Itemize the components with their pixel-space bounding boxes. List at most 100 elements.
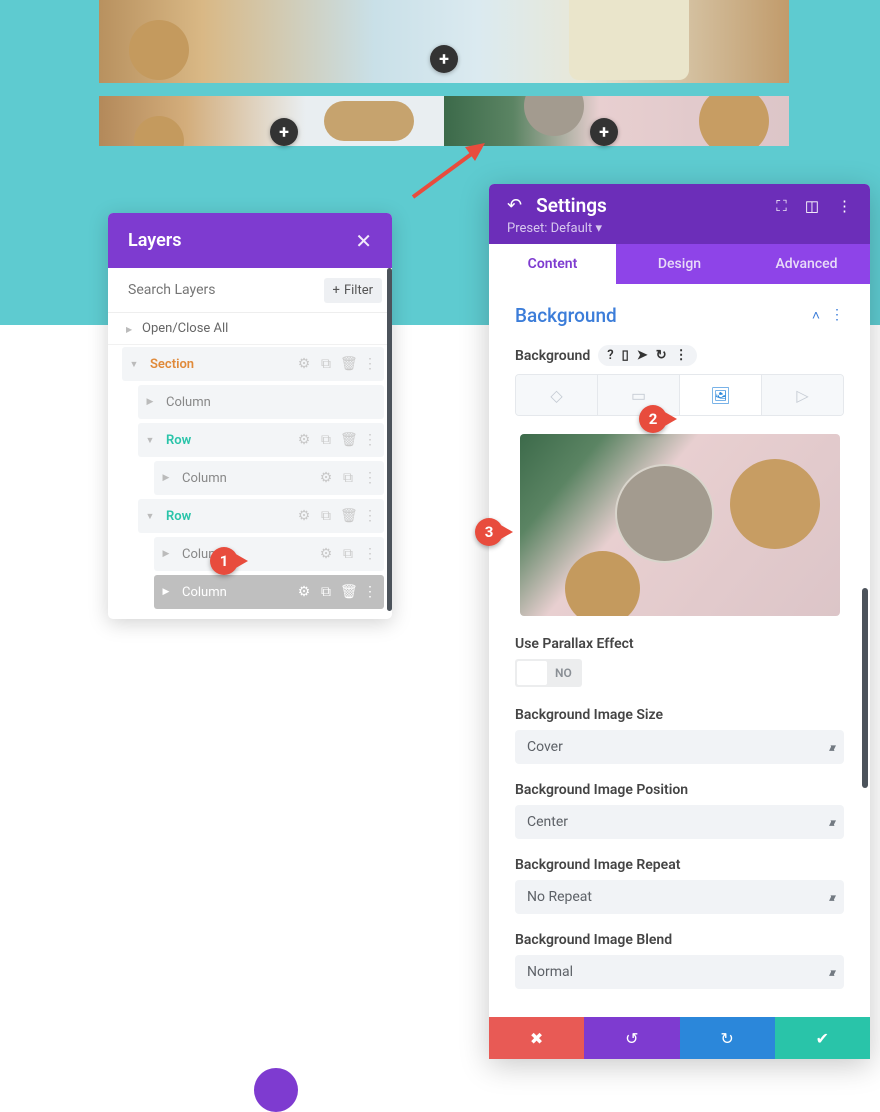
save-button[interactable]: ✔ [775, 1017, 870, 1059]
gear-icon[interactable]: ⚙ [318, 470, 334, 486]
tab-content[interactable]: Content [489, 244, 616, 284]
hero-column-2[interactable] [444, 96, 789, 146]
cancel-button[interactable]: ✖ [489, 1017, 584, 1059]
section-title[interactable]: Background [515, 304, 617, 327]
more-icon[interactable]: ⋮ [362, 584, 378, 600]
parallax-label: Use Parallax Effect [515, 636, 844, 652]
more-icon[interactable]: ⋮ [362, 432, 378, 448]
caret-icon[interactable]: ▶ [154, 473, 178, 483]
duplicate-icon[interactable]: ⧉ [340, 546, 356, 562]
bg-color-tab[interactable]: ◇ [516, 375, 598, 415]
caret-icon[interactable]: ▶ [138, 397, 162, 407]
layer-column[interactable]: ▶ Column [138, 385, 384, 419]
duplicate-icon[interactable]: ⧉ [318, 356, 334, 372]
background-label: Background [515, 348, 590, 364]
layers-panel: Layers ✕ + Filter Open/Close All ▼ Secti… [108, 213, 392, 619]
trash-icon[interactable]: 🗑 [340, 432, 356, 448]
layer-row[interactable]: ▼ Row ⚙ ⧉ 🗑 ⋮ [138, 423, 384, 457]
add-column-2-button[interactable]: + [590, 118, 618, 146]
gear-icon[interactable]: ⚙ [296, 508, 312, 524]
dock-icon[interactable]: ◫ [805, 197, 819, 215]
more-icon[interactable]: ⋮ [362, 470, 378, 486]
settings-body: Background ˄⋮ Background ? ▯ ➤ ↻ ⋮ ◇ ▭ 🖼… [489, 284, 870, 1017]
help-icon[interactable]: ? [607, 348, 613, 363]
filter-button[interactable]: + Filter [324, 278, 382, 303]
background-property: Background ? ▯ ➤ ↻ ⋮ [515, 345, 844, 366]
collapse-icon[interactable]: ˄ [812, 307, 820, 324]
layers-search-row: + Filter [108, 268, 392, 313]
caret-icon[interactable]: ▶ [154, 587, 178, 597]
more-icon[interactable]: ⋮ [362, 508, 378, 524]
bg-repeat-select[interactable]: No Repeat ▴▾ [515, 880, 844, 914]
caret-icon[interactable]: ▼ [138, 511, 162, 522]
trash-icon[interactable]: 🗑 [340, 584, 356, 600]
phone-icon[interactable]: ▯ [622, 348, 629, 363]
bg-blend-select[interactable]: Normal ▴▾ [515, 955, 844, 989]
select-value: Normal [527, 964, 573, 980]
trash-icon[interactable]: 🗑 [340, 356, 356, 372]
layer-section[interactable]: ▼ Section ⚙ ⧉ 🗑 ⋮ [122, 347, 384, 381]
undo-button[interactable]: ↺ [584, 1017, 679, 1059]
layer-column[interactable]: ▶ Column ⚙ ⧉ ⋮ [154, 537, 384, 571]
add-column-1-button[interactable]: + [270, 118, 298, 146]
tab-advanced[interactable]: Advanced [743, 244, 870, 284]
open-close-all[interactable]: Open/Close All [108, 313, 392, 345]
settings-footer: ✖ ↺ ↻ ✔ [489, 1017, 870, 1059]
duplicate-icon[interactable]: ⧉ [318, 508, 334, 524]
preset-selector[interactable]: Preset: Default ▾ [507, 221, 852, 236]
floating-action-button[interactable] [254, 1068, 298, 1112]
trash-icon[interactable]: 🗑 [340, 508, 356, 524]
duplicate-icon[interactable]: ⧉ [318, 432, 334, 448]
more-icon[interactable]: ⋮ [362, 546, 378, 562]
bg-blend-label: Background Image Blend [515, 932, 844, 948]
gear-icon[interactable]: ⚙ [296, 432, 312, 448]
chevron-icon: ▴▾ [829, 741, 832, 754]
expand-icon[interactable]: ⛶ [776, 197, 787, 215]
redo-button[interactable]: ↻ [680, 1017, 775, 1059]
reset-icon[interactable]: ↻ [656, 348, 667, 363]
gear-icon[interactable]: ⚙ [318, 546, 334, 562]
settings-title: Settings [536, 194, 607, 217]
background-image-preview[interactable] [520, 434, 840, 616]
bg-image-tab[interactable]: 🖼 [680, 375, 762, 415]
add-section-button[interactable]: + [430, 45, 458, 73]
layer-label[interactable]: Column [162, 395, 384, 410]
bg-position-label: Background Image Position [515, 782, 844, 798]
layer-column-selected[interactable]: ▶ Column ⚙ ⧉ 🗑 ⋮ [154, 575, 384, 609]
tab-design[interactable]: Design [616, 244, 743, 284]
close-icon[interactable]: ✕ [355, 229, 372, 253]
layers-scrollbar[interactable] [387, 268, 392, 611]
layer-label[interactable]: Column [178, 585, 296, 600]
back-icon[interactable]: ↶ [507, 195, 522, 216]
layer-label[interactable]: Row [162, 509, 296, 524]
caret-icon[interactable]: ▼ [122, 359, 146, 370]
bg-position-select[interactable]: Center ▴▾ [515, 805, 844, 839]
more-icon[interactable]: ⋮ [837, 197, 852, 215]
layers-title: Layers [128, 230, 182, 251]
duplicate-icon[interactable]: ⧉ [318, 584, 334, 600]
layer-column[interactable]: ▶ Column ⚙ ⧉ ⋮ [154, 461, 384, 495]
parallax-toggle[interactable]: NO [515, 659, 582, 687]
chevron-icon: ▴▾ [829, 816, 832, 829]
chevron-down-icon: ▾ [595, 221, 602, 236]
cursor-icon[interactable]: ➤ [637, 348, 648, 363]
settings-scrollbar[interactable] [862, 588, 868, 788]
layer-label[interactable]: Section [146, 357, 296, 372]
caret-icon[interactable]: ▼ [138, 435, 162, 446]
bg-video-tab[interactable]: ▷ [762, 375, 843, 415]
layer-label[interactable]: Column [178, 547, 318, 562]
gear-icon[interactable]: ⚙ [296, 584, 312, 600]
more-icon[interactable]: ⋮ [830, 307, 844, 324]
duplicate-icon[interactable]: ⧉ [340, 470, 356, 486]
bg-size-select[interactable]: Cover ▴▾ [515, 730, 844, 764]
search-input[interactable] [118, 276, 324, 304]
caret-icon[interactable]: ▶ [154, 549, 178, 559]
layer-label[interactable]: Column [178, 471, 318, 486]
more-icon[interactable]: ⋮ [675, 348, 688, 363]
chevron-icon: ▴▾ [829, 966, 832, 979]
gear-icon[interactable]: ⚙ [296, 356, 312, 372]
select-value: No Repeat [527, 889, 592, 905]
more-icon[interactable]: ⋮ [362, 356, 378, 372]
layer-row[interactable]: ▼ Row ⚙ ⧉ 🗑 ⋮ [138, 499, 384, 533]
layer-label[interactable]: Row [162, 433, 296, 448]
